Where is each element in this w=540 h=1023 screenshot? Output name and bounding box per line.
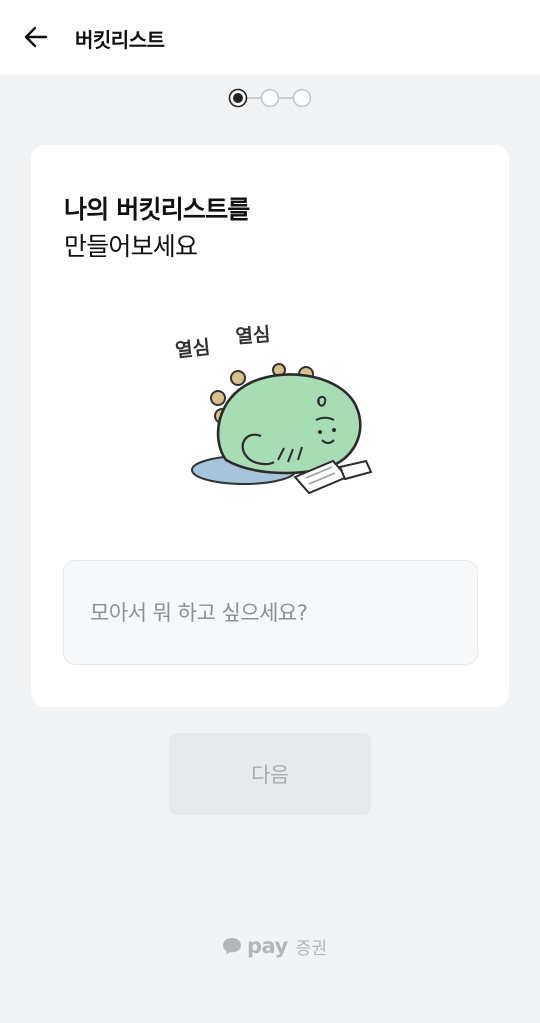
step-indicator	[228, 88, 312, 108]
brand-sub-text: 증권	[295, 938, 328, 959]
bucketlist-input-field[interactable]	[63, 560, 478, 665]
bucketlist-input[interactable]	[90, 600, 477, 625]
footer-brand-logo: pay 증권	[222, 932, 327, 960]
step-dot-2	[260, 88, 280, 108]
card-heading: 나의 버킷리스트를 만들어보세요	[64, 191, 250, 265]
card-heading-line-1: 나의 버킷리스트를	[64, 195, 250, 224]
brand-pay-text: pay	[247, 934, 288, 958]
step-dot-3	[292, 88, 312, 108]
step-dot-1-active	[228, 88, 248, 108]
bucketlist-card: 나의 버킷리스트를 만들어보세요 열심 열심	[31, 145, 509, 707]
illustration-text-right: 열심	[235, 324, 271, 348]
dinosaur-illustration: 열심 열심	[174, 324, 373, 495]
arrow-left-icon	[24, 26, 48, 48]
illustration-text-left: 열심	[174, 336, 211, 362]
back-button[interactable]	[18, 19, 54, 55]
page-title: 버킷리스트	[75, 28, 165, 52]
app-header: 버킷리스트	[0, 0, 540, 74]
next-button[interactable]: 다음	[169, 733, 371, 815]
speech-bubble-icon	[223, 938, 241, 955]
card-heading-line-2: 만들어보세요	[64, 232, 198, 261]
